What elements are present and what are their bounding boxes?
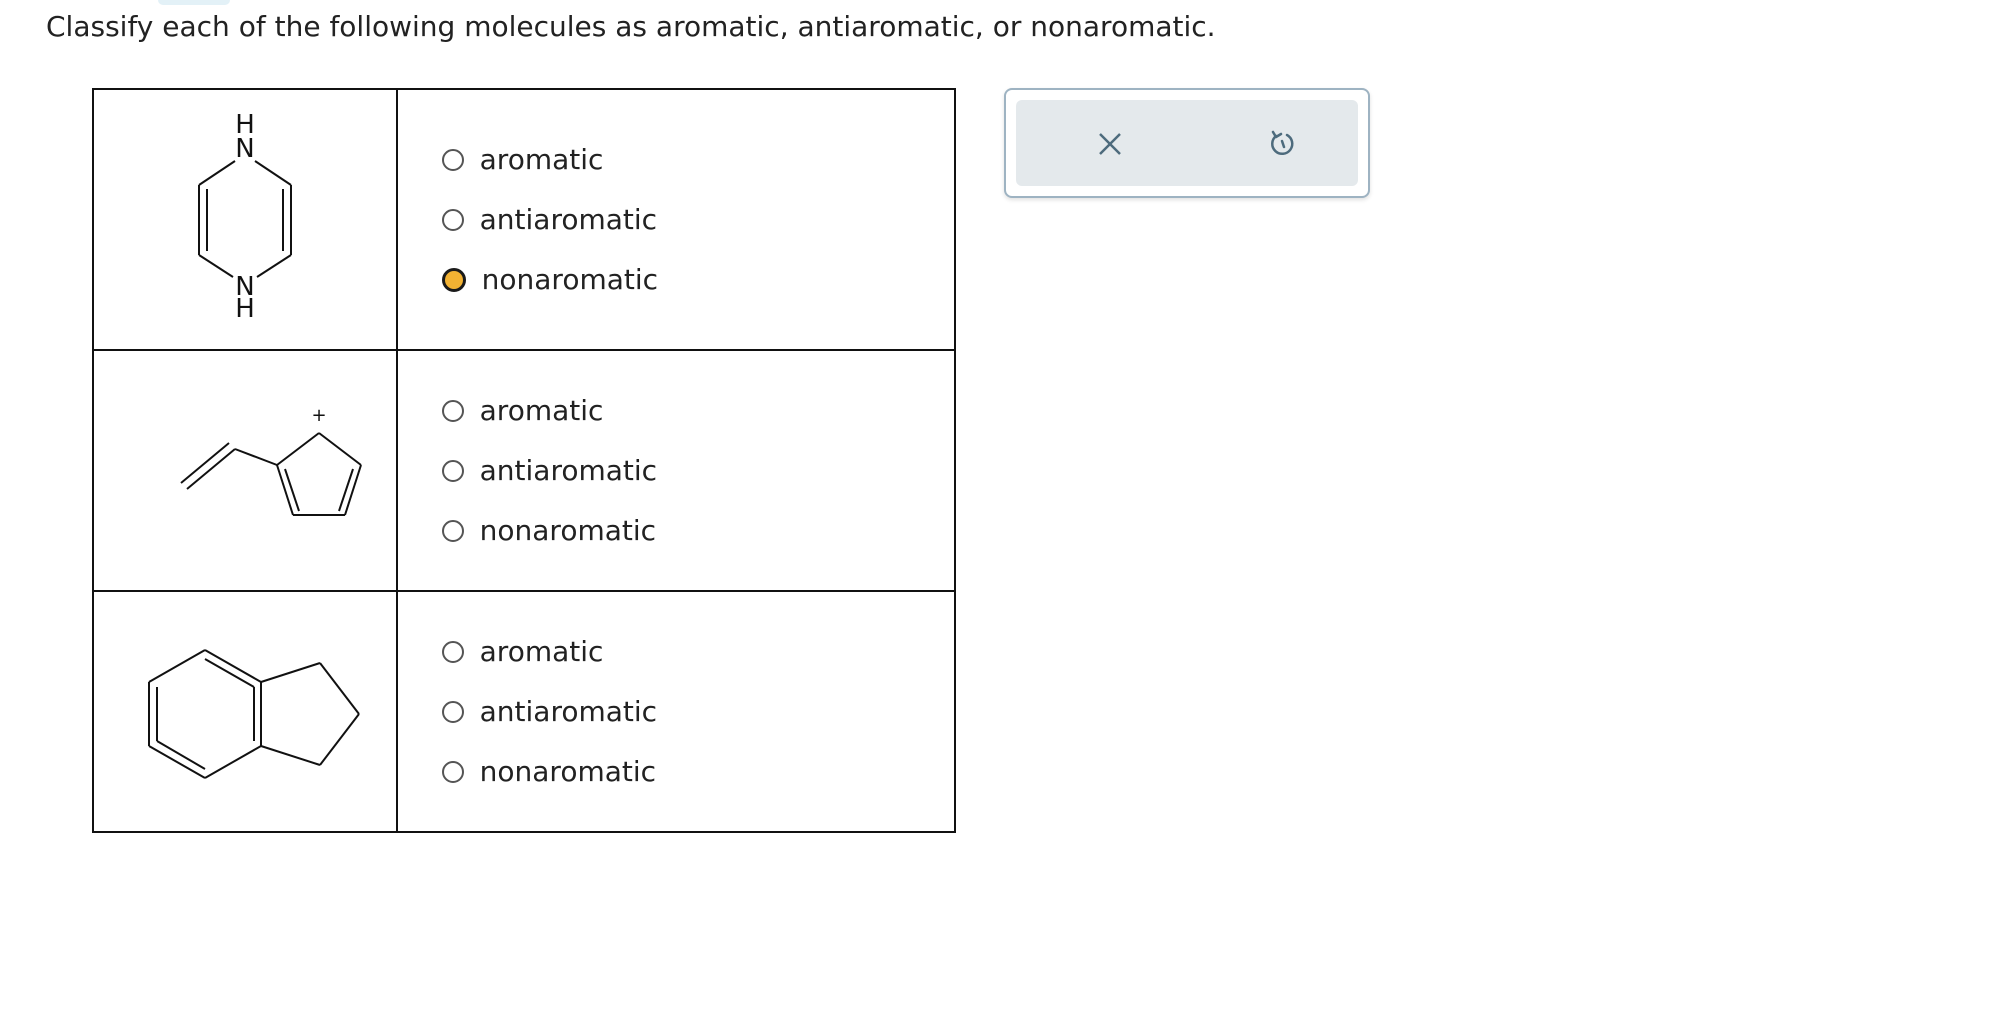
radio-button-selected[interactable] (441, 267, 466, 292)
structure-cell: + (92, 349, 398, 592)
option-group: aromatic antiaromatic nonaromatic (398, 622, 954, 802)
option-aromatic[interactable]: aromatic (441, 381, 954, 441)
page: Classify each of the following molecules… (0, 0, 1990, 1033)
option-group: aromatic antiaromatic nonaromatic (398, 381, 954, 561)
table-row: H N N H aromatic antiaromatic nonaromati… (92, 88, 957, 351)
option-aromatic[interactable]: aromatic (441, 622, 954, 682)
options-cell: aromatic antiaromatic nonaromatic (395, 349, 957, 592)
options-cell: aromatic antiaromatic nonaromatic (395, 590, 957, 833)
radio-button[interactable] (441, 459, 464, 482)
option-label: nonaromatic (479, 755, 657, 788)
option-antiaromatic[interactable]: antiaromatic (441, 441, 954, 501)
option-aromatic[interactable]: aromatic (441, 130, 954, 190)
option-group: aromatic antiaromatic nonaromatic (398, 130, 954, 310)
undo-icon (1271, 130, 1294, 156)
option-nonaromatic[interactable]: nonaromatic (441, 501, 954, 561)
option-label: aromatic (479, 635, 604, 668)
option-label: aromatic (479, 394, 604, 427)
ring-bonds (147, 648, 360, 779)
undo-button[interactable] (1260, 122, 1304, 166)
radio-button[interactable] (441, 519, 464, 542)
option-label: antiaromatic (479, 454, 658, 487)
radio-button[interactable] (441, 640, 464, 663)
clear-button[interactable] (1088, 122, 1132, 166)
table-row: + aromatic antiaromatic nonaromatic (92, 349, 957, 592)
radio-button[interactable] (441, 399, 464, 422)
atom-label-n-top: N (235, 134, 254, 164)
molecule-table: H N N H aromatic antiaromatic nonaromati… (92, 88, 957, 833)
option-nonaromatic[interactable]: nonaromatic (441, 250, 954, 310)
ring-bonds (197, 159, 292, 278)
options-cell: aromatic antiaromatic nonaromatic (395, 88, 957, 351)
x-icon (1099, 133, 1121, 155)
radio-button[interactable] (441, 700, 464, 723)
structure-cell (92, 590, 398, 833)
option-label: nonaromatic (479, 514, 657, 547)
indane-structure (147, 648, 360, 779)
charge-label: + (311, 405, 326, 426)
radio-button[interactable] (441, 208, 464, 231)
ring-bonds (180, 431, 362, 516)
toolbar-background (1016, 100, 1358, 186)
vinylcyclopentadienyl-structure: + (180, 405, 362, 516)
radio-button[interactable] (441, 760, 464, 783)
atom-label-h-bottom: H (235, 294, 255, 324)
answer-toolbar (1004, 88, 1370, 198)
table-row: aromatic antiaromatic nonaromatic (92, 590, 957, 833)
tab-indicator (158, 0, 230, 5)
option-label: nonaromatic (481, 263, 659, 296)
option-nonaromatic[interactable]: nonaromatic (441, 742, 954, 802)
question-text: Classify each of the following molecules… (46, 10, 1216, 43)
option-label: antiaromatic (479, 203, 658, 236)
option-antiaromatic[interactable]: antiaromatic (441, 682, 954, 742)
structure-cell: H N N H (92, 88, 398, 351)
radio-button[interactable] (441, 148, 464, 171)
option-label: aromatic (479, 143, 604, 176)
dihydropyrazine-structure: H N N H (197, 110, 292, 324)
option-label: antiaromatic (479, 695, 658, 728)
option-antiaromatic[interactable]: antiaromatic (441, 190, 954, 250)
